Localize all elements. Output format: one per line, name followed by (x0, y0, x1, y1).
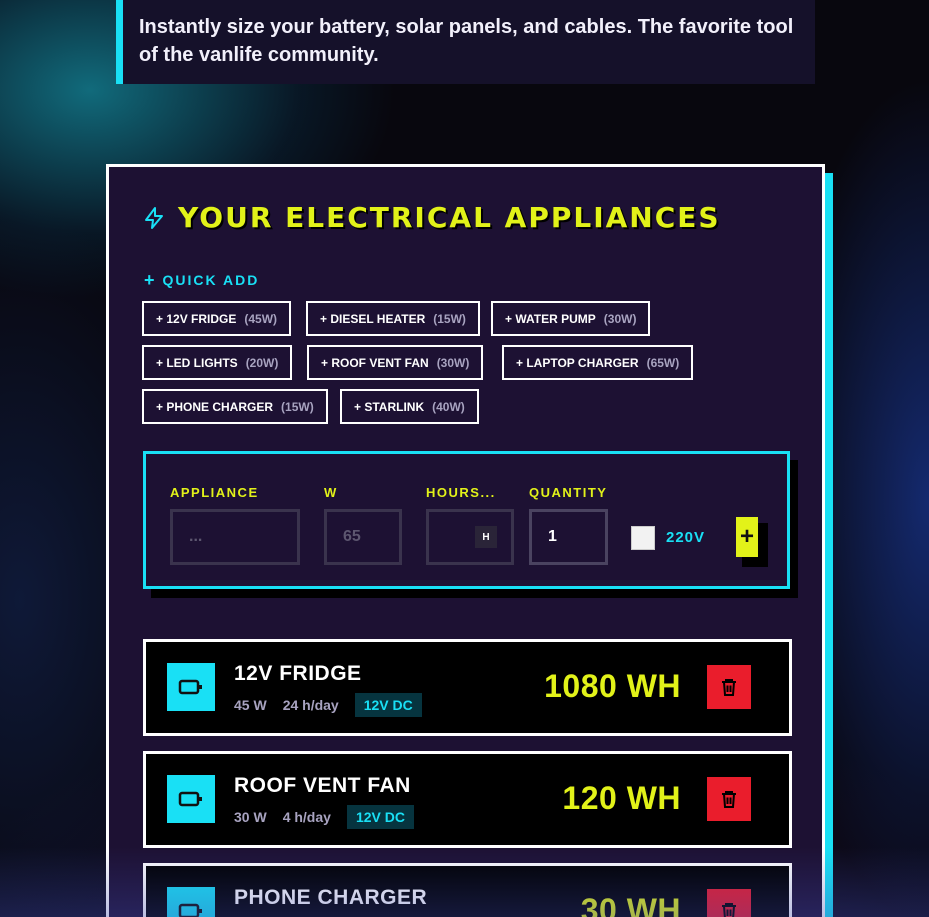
trash-icon (722, 903, 736, 917)
battery-icon (167, 775, 215, 823)
chip-watts: (30W) (603, 311, 637, 326)
hours-label: HOURS... (426, 485, 496, 500)
appliance-row: 12V FRIDGE 45 W 24 h/day 12V DC 1080 WH (143, 639, 792, 736)
quick-add-chip-laptop-charger[interactable]: + LAPTOP CHARGER (65W) (502, 345, 694, 380)
chip-watts: (15W) (433, 311, 466, 326)
watts-input[interactable]: 65 (324, 509, 402, 565)
appliance-name-input[interactable]: ... (170, 509, 300, 565)
chip-watts: (15W) (281, 399, 314, 414)
appliance-watts: 45 W (234, 697, 267, 713)
chip-label: + DIESEL HEATER (320, 311, 426, 326)
appliance-row: PHONE CHARGER 30 WH (143, 863, 792, 917)
appliance-name: ROOF VENT FAN (234, 774, 411, 797)
section-header: YOUR ELECTRICAL APPLIANCES (142, 201, 721, 234)
quick-add-chip-phone-charger[interactable]: + PHONE CHARGER (15W) (142, 389, 328, 424)
quick-add-label: QUICK ADD (162, 272, 260, 288)
hours-input[interactable]: H (426, 509, 514, 565)
delete-button[interactable] (707, 889, 751, 917)
battery-icon (167, 887, 215, 917)
section-title: YOUR ELECTRICAL APPLIANCES (178, 201, 721, 234)
chip-watts: (45W) (244, 311, 278, 326)
chip-label: + ROOF VENT FAN (321, 355, 429, 370)
appliances-card: YOUR ELECTRICAL APPLIANCES + QUICK ADD +… (106, 164, 825, 917)
appliance-type-badge: 12V DC (346, 805, 414, 829)
appliance-name: 12V FRIDGE (234, 662, 362, 685)
chip-watts: (40W) (432, 399, 465, 414)
chip-watts: (65W) (646, 355, 680, 370)
quick-add-header: + QUICK ADD (144, 271, 259, 289)
chip-label: + WATER PUMP (505, 311, 596, 326)
quantity-label: QUANTITY (529, 485, 608, 500)
chip-watts: (20W) (245, 355, 279, 370)
appliance-hours: 24 h/day (282, 697, 339, 713)
voltage-220v-checkbox[interactable] (631, 526, 655, 550)
appliance-energy: 120 WH (562, 780, 681, 816)
quick-add-chip-roof-vent-fan[interactable]: + ROOF VENT FAN (30W) (307, 345, 484, 380)
appliance-row: ROOF VENT FAN 30 W 4 h/day 12V DC 120 WH (143, 751, 792, 848)
delete-button[interactable] (707, 777, 751, 821)
chip-label: + PHONE CHARGER (156, 399, 274, 414)
quick-add-chip-diesel-heater[interactable]: + DIESEL HEATER (15W) (306, 301, 480, 336)
appliance-watts: 30 W (234, 809, 267, 825)
trash-icon (722, 791, 736, 808)
appliance-energy: 30 WH (580, 892, 681, 917)
appliance-label: APPLIANCE (170, 485, 259, 500)
trash-icon (722, 679, 736, 696)
quantity-input[interactable]: 1 (529, 509, 608, 565)
lightning-icon (145, 206, 163, 229)
watts-label: W (324, 485, 338, 500)
appliance-meta: 30 W 4 h/day 12V DC (234, 805, 430, 829)
appliance-type-badge: 12V DC (354, 693, 422, 717)
intro-text: Instantly size your battery, solar panel… (139, 16, 794, 66)
intro-banner: Instantly size your battery, solar panel… (116, 0, 815, 84)
plus-icon: + (144, 270, 155, 290)
appliance-hours: 4 h/day (282, 809, 331, 825)
chip-label: + LAPTOP CHARGER (516, 355, 639, 370)
add-appliance-form: APPLIANCE ... W 65 HOURS... H QUANTITY 1… (143, 451, 790, 589)
chip-label: + LED LIGHTS (156, 355, 238, 370)
chip-label: + STARLINK (354, 399, 425, 414)
voltage-220v-label: 220V (666, 529, 706, 546)
chip-watts: (30W) (436, 355, 470, 370)
battery-icon (167, 663, 215, 711)
quick-add-chip-led-lights[interactable]: + LED LIGHTS (20W) (142, 345, 293, 380)
hours-unit-badge: H (475, 526, 497, 548)
appliance-name: PHONE CHARGER (234, 886, 428, 909)
delete-button[interactable] (707, 665, 751, 709)
quick-add-chip-starlink[interactable]: + STARLINK (40W) (340, 389, 479, 424)
add-appliance-button[interactable]: + (736, 517, 758, 557)
quick-add-chip-12v-fridge[interactable]: + 12V FRIDGE (45W) (142, 301, 292, 336)
chip-label: + 12V FRIDGE (156, 311, 237, 326)
appliance-energy: 1080 WH (544, 668, 681, 704)
quick-add-chip-water-pump[interactable]: + WATER PUMP (30W) (491, 301, 651, 336)
appliance-meta: 45 W 24 h/day 12V DC (234, 693, 438, 717)
